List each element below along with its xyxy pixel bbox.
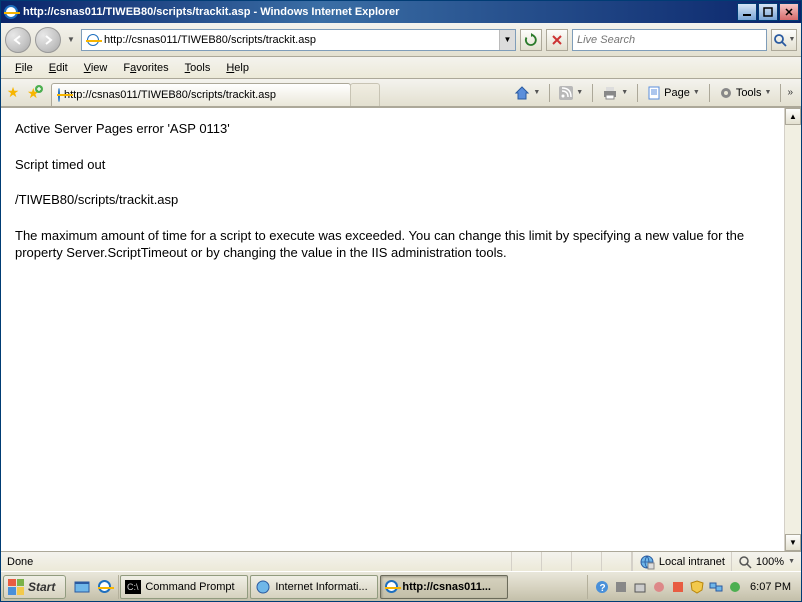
error-path: /TIWEB80/scripts/trackit.asp	[15, 191, 770, 209]
feeds-button[interactable]: ▼	[554, 82, 588, 104]
menu-help[interactable]: Help	[218, 60, 257, 76]
cmd-icon: C:\	[125, 580, 141, 594]
menu-file[interactable]: File	[7, 60, 41, 76]
tab-title: http://csnas011/TIWEB80/scripts/trackit.…	[64, 89, 344, 101]
address-bar: ▼	[81, 29, 516, 51]
windows-flag-icon	[8, 579, 24, 595]
task-iis[interactable]: Internet Informati...	[250, 575, 378, 599]
search-bar	[572, 29, 767, 51]
start-button[interactable]: Start	[3, 575, 66, 599]
titlebar: http://csnas011/TIWEB80/scripts/trackit.…	[1, 1, 801, 23]
svg-text:?: ?	[600, 583, 606, 594]
ie-window: http://csnas011/TIWEB80/scripts/trackit.…	[0, 0, 802, 602]
page-body: Active Server Pages error 'ASP 0113' Scr…	[1, 108, 784, 551]
close-button[interactable]	[779, 3, 799, 21]
gear-icon	[719, 86, 733, 100]
home-icon	[514, 85, 530, 101]
quick-launch	[68, 575, 119, 599]
svg-text:C:\: C:\	[127, 582, 139, 592]
print-button[interactable]: ▼	[597, 82, 633, 104]
tabbar: ★ ★ http://csnas011/TIWEB80/scripts/trac…	[1, 79, 801, 107]
intranet-icon	[639, 554, 655, 570]
back-button[interactable]	[5, 27, 31, 53]
zoom-control[interactable]: 100% ▼	[731, 552, 801, 571]
page-icon	[647, 86, 661, 100]
menubar: File Edit View Favorites Tools Help	[1, 57, 801, 79]
rss-icon	[559, 86, 573, 100]
ie-icon	[3, 4, 19, 20]
page-icon	[84, 31, 102, 49]
task-command-prompt[interactable]: C:\ Command Prompt	[120, 575, 248, 599]
address-input[interactable]	[104, 31, 499, 49]
command-bar-chevron[interactable]: »	[785, 87, 795, 98]
tray-icon[interactable]	[613, 579, 629, 595]
menu-favorites[interactable]: Favorites	[115, 60, 176, 76]
add-favorite-button[interactable]: ★	[25, 83, 45, 103]
network-tray-icon[interactable]	[708, 579, 724, 595]
tab-page-icon	[58, 89, 60, 101]
search-input[interactable]	[573, 31, 766, 49]
content-area: Active Server Pages error 'ASP 0113' Scr…	[1, 107, 801, 551]
system-tray: ? 6:07 PM	[587, 575, 801, 599]
address-dropdown[interactable]: ▼	[499, 30, 515, 50]
error-heading: Active Server Pages error 'ASP 0113'	[15, 120, 770, 138]
stop-button[interactable]	[546, 29, 568, 51]
page-menu-button[interactable]: Page▼	[642, 82, 705, 104]
help-tray-icon[interactable]: ?	[594, 579, 610, 595]
taskbar: Start C:\ Command Prompt Internet Inform…	[1, 571, 801, 601]
printer-icon	[602, 86, 618, 100]
menu-tools[interactable]: Tools	[177, 60, 219, 76]
forward-button[interactable]	[35, 27, 61, 53]
shield-tray-icon[interactable]	[689, 579, 705, 595]
iis-icon	[255, 580, 271, 594]
show-desktop-button[interactable]	[72, 577, 92, 597]
error-title: Script timed out	[15, 156, 770, 174]
scroll-down-button[interactable]: ▼	[785, 534, 801, 551]
tray-icon[interactable]	[651, 579, 667, 595]
home-button[interactable]: ▼	[509, 82, 545, 104]
browser-tab[interactable]: http://csnas011/TIWEB80/scripts/trackit.…	[51, 83, 351, 106]
zoom-icon	[738, 555, 752, 569]
menu-edit[interactable]: Edit	[41, 60, 76, 76]
statusbar: Done Local intranet 100% ▼	[1, 551, 801, 571]
window-title: http://csnas011/TIWEB80/scripts/trackit.…	[23, 6, 736, 18]
menu-view[interactable]: View	[76, 60, 116, 76]
tray-icon[interactable]	[632, 579, 648, 595]
scroll-track[interactable]	[785, 125, 801, 534]
clock[interactable]: 6:07 PM	[746, 581, 795, 593]
error-description: The maximum amount of time for a script …	[15, 227, 770, 262]
status-text: Done	[1, 552, 512, 571]
refresh-button[interactable]	[520, 29, 542, 51]
favorites-center-button[interactable]: ★	[3, 83, 23, 103]
vertical-scrollbar[interactable]: ▲ ▼	[784, 108, 801, 551]
tray-icon[interactable]	[670, 579, 686, 595]
tray-icon[interactable]	[727, 579, 743, 595]
maximize-button[interactable]	[758, 3, 778, 21]
search-button[interactable]: ▼	[771, 29, 797, 51]
nav-history-dropdown[interactable]: ▼	[65, 27, 77, 53]
new-tab-button[interactable]	[350, 83, 380, 106]
minimize-button[interactable]	[737, 3, 757, 21]
task-ie-active[interactable]: http://csnas011...	[380, 575, 508, 599]
ie-quicklaunch-button[interactable]	[94, 577, 114, 597]
command-bar: ▼ ▼ ▼ Page▼ Tools▼ »	[509, 82, 799, 104]
navbar: ▼ ▼ ▼	[1, 23, 801, 57]
security-zone[interactable]: Local intranet	[632, 552, 731, 571]
ie-icon	[385, 580, 398, 593]
scroll-up-button[interactable]: ▲	[785, 108, 801, 125]
tools-menu-button[interactable]: Tools▼	[714, 82, 777, 104]
